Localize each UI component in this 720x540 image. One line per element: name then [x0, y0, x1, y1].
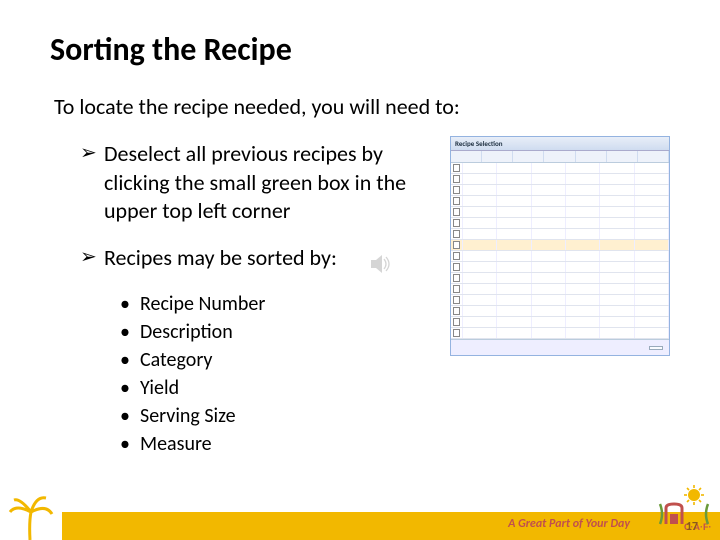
- footer-left: [0, 494, 62, 540]
- grid-columns: [451, 151, 669, 163]
- sort-field: Serving Size: [120, 402, 430, 430]
- sort-field: Description: [120, 318, 430, 346]
- page-number: 17: [686, 520, 698, 534]
- grid-window-title: Recipe Selection: [451, 137, 669, 151]
- sort-field: Measure: [120, 430, 430, 458]
- sort-field-list: Recipe Number Description Category Yield…: [120, 290, 430, 458]
- speaker-icon: [370, 254, 394, 274]
- bullet-deselect: Deselect all previous recipes by clickin…: [80, 140, 430, 226]
- footer: A Great Part of Your Day: [0, 504, 720, 540]
- grid-close-button: [649, 346, 663, 350]
- slide: Sorting the Recipe To locate the recipe …: [0, 0, 720, 540]
- footer-tagline: A Great Part of Your Day: [508, 517, 630, 531]
- grid-body: [451, 163, 669, 339]
- sort-field: Recipe Number: [120, 290, 430, 318]
- footer-bar: A Great Part of Your Day: [62, 512, 720, 540]
- intro-text: To locate the recipe needed, you will ne…: [54, 93, 670, 120]
- page-title: Sorting the Recipe: [50, 30, 670, 69]
- content-row: Deselect all previous recipes by clickin…: [50, 140, 670, 458]
- sort-field: Category: [120, 346, 430, 374]
- sort-field: Yield: [120, 374, 430, 402]
- grid-footer: [451, 339, 669, 355]
- cafe-logo-icon: C·A·F·E: [656, 484, 712, 534]
- palm-icon: [6, 494, 56, 540]
- recipe-grid-screenshot: Recipe Selection: [450, 136, 670, 356]
- text-column: Deselect all previous recipes by clickin…: [50, 140, 430, 458]
